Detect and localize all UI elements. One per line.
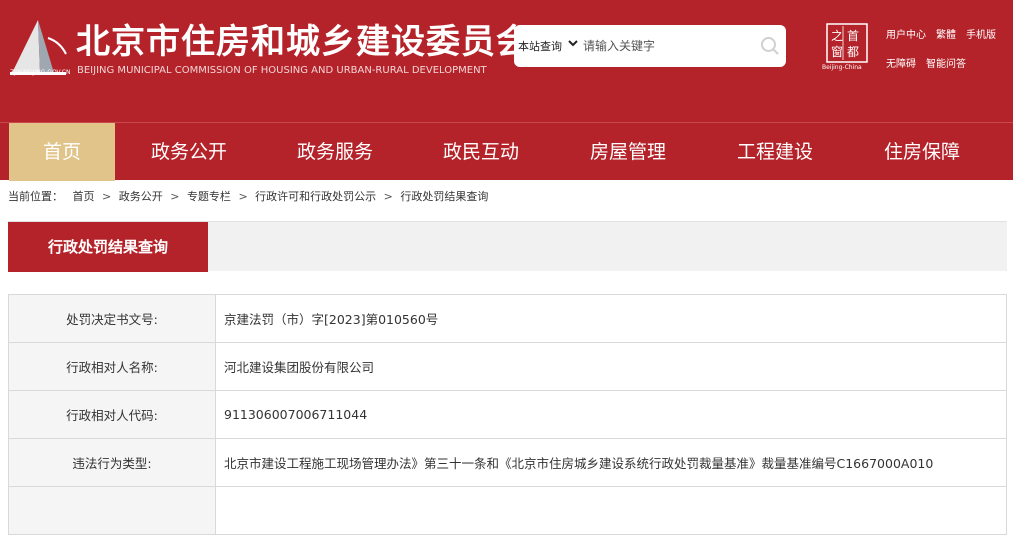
breadcrumb-item-current[interactable]: 行政处罚结果查询 [400,190,488,203]
svg-text:窗: 窗 [831,45,843,59]
nav-item-construction[interactable]: 工程建设 [718,123,832,181]
logo-url-text: ZJW.BEIJING.GOV.CN [10,69,71,76]
search-scope-select[interactable]: 本站查询 [518,38,562,54]
svg-text:都: 都 [847,45,859,59]
site-header: ZJW.BEIJING.GOV.CN 北京市住房和城乡建设委员会 BEIJING… [0,0,1013,122]
search-box: 本站查询 [514,25,786,67]
field-label-next [8,486,216,535]
nav-item-home[interactable]: 首页 [9,123,115,181]
site-title[interactable]: 北京市住房和城乡建设委员会 [76,14,531,63]
table-row: 行政相对人名称: 河北建设集团股份有限公司 [8,342,1007,391]
field-label-party-code: 行政相对人代码: [8,390,216,439]
field-label-party-name: 行政相对人名称: [8,342,216,391]
table-row [8,486,1007,535]
smart-qa-link[interactable]: 智能问答 [926,55,966,70]
accessibility-link[interactable]: 无障碍 [886,55,916,70]
table-row: 违法行为类型: 北京市建设工程施工现场管理办法》第三十一条和《北京市住房城乡建设… [8,438,1007,487]
table-row: 行政相对人代码: 911306007006711044 [8,390,1007,439]
breadcrumb-item-home[interactable]: 首页 [67,190,95,203]
breadcrumb-item-permits-penalties[interactable]: 行政许可和行政处罚公示 [255,190,376,203]
breadcrumb-separator-icon: > [383,190,393,203]
nav-item-government-services[interactable]: 政务服务 [278,123,392,181]
chevron-down-icon[interactable] [567,37,579,49]
svg-text:之: 之 [831,29,843,43]
traditional-chinese-link[interactable]: 繁體 [936,26,956,41]
field-value-violation-type: 北京市建设工程施工现场管理办法》第三十一条和《北京市住房城乡建设系统行政处罚裁量… [215,438,1007,487]
site-subtitle: BEIJING MUNICIPAL COMMISSION OF HOUSING … [77,65,487,76]
search-input[interactable] [583,33,753,59]
nav-item-housing-security[interactable]: 住房保障 [865,123,979,181]
field-value-next [215,486,1007,535]
field-label-decision-number: 处罚决定书文号: [8,294,216,343]
field-value-decision-number: 京建法罚（市）字[2023]第010560号 [215,294,1007,343]
field-label-violation-type: 违法行为类型: [8,438,216,487]
section-title: 行政处罚结果查询 [8,222,208,272]
field-value-party-name: 河北建设集团股份有限公司 [215,342,1007,391]
nav-item-public-interaction[interactable]: 政民互动 [424,123,538,181]
search-icon[interactable] [760,36,780,56]
breadcrumb-item-special-topics[interactable]: 专题专栏 [187,190,231,203]
breadcrumb-separator-icon: > [102,190,112,203]
section-header-bar: 行政处罚结果查询 [8,221,1007,272]
capital-logo-caption: Beijing-China [822,64,862,71]
nav-item-government-affairs[interactable]: 政务公开 [132,123,246,181]
main-nav: 首页 政务公开 政务服务 政民互动 房屋管理 工程建设 住房保障 [0,122,1013,181]
svg-text:首: 首 [847,29,859,43]
user-center-link[interactable]: 用户中心 [886,26,926,41]
penalty-record-table: 处罚决定书文号: 京建法罚（市）字[2023]第010560号 行政相对人名称:… [8,294,1007,535]
nav-item-housing-management[interactable]: 房屋管理 [571,123,685,181]
breadcrumb-prefix: 当前位置： [8,190,63,203]
breadcrumb-separator-icon: > [170,190,180,203]
breadcrumb-separator-icon: > [238,190,248,203]
field-value-party-code: 911306007006711044 [215,390,1007,439]
breadcrumb: 当前位置： 首页 > 政务公开 > 专题专栏 > 行政许可和行政处罚公示 > 行… [8,188,488,204]
mobile-version-link[interactable]: 手机版 [966,26,996,41]
table-row: 处罚决定书文号: 京建法罚（市）字[2023]第010560号 [8,294,1007,343]
breadcrumb-item-government-affairs[interactable]: 政务公开 [119,190,163,203]
